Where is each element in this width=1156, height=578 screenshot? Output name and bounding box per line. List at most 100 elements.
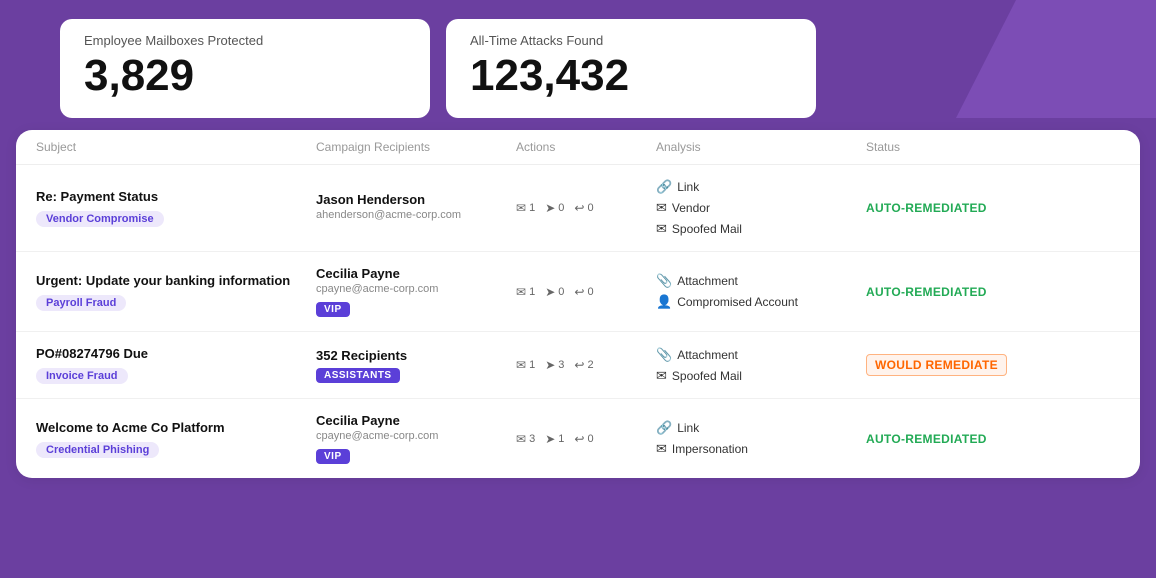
action-mail: ✉ 1 bbox=[516, 285, 535, 299]
analysis-tag-link: 🔗 Link bbox=[656, 420, 866, 436]
analysis-tag-impersonation: ✉ Impersonation bbox=[656, 441, 866, 457]
analysis-cell: 🔗 Link ✉ Impersonation bbox=[656, 420, 866, 457]
category-badge: Credential Phishing bbox=[36, 442, 159, 458]
analysis-tag-attachment: 📎 Attachment bbox=[656, 347, 866, 363]
recipient-cell: Cecilia Payne cpayne@acme-corp.com VIP bbox=[316, 266, 516, 317]
reply-icon: ↩ bbox=[574, 358, 584, 372]
mail-icon: ✉ bbox=[516, 432, 526, 446]
action-send: ➤ 0 bbox=[545, 285, 564, 299]
analysis-cell: 📎 Attachment 👤 Compromised Account bbox=[656, 273, 866, 310]
subject-cell: PO#08274796 Due Invoice Fraud bbox=[36, 346, 316, 384]
recipient-name: Cecilia Payne bbox=[316, 266, 516, 281]
action-send-count: 0 bbox=[558, 202, 564, 214]
actions-cell: ✉ 1 ➤ 0 ↩ 0 bbox=[516, 201, 656, 215]
recipient-email: cpayne@acme-corp.com bbox=[316, 283, 516, 295]
reply-icon: ↩ bbox=[574, 201, 584, 215]
mailboxes-stat-card: Employee Mailboxes Protected 3,829 bbox=[60, 19, 430, 118]
analysis-tag-vendor: ✉ Vendor bbox=[656, 200, 866, 216]
analysis-cell: 📎 Attachment ✉ Spoofed Mail bbox=[656, 347, 866, 384]
table-row[interactable]: PO#08274796 Due Invoice Fraud 352 Recipi… bbox=[16, 332, 1140, 399]
impersonation-icon: ✉ bbox=[656, 441, 667, 457]
attachment-icon: 📎 bbox=[656, 347, 672, 363]
action-send: ➤ 0 bbox=[545, 201, 564, 215]
subject-text: Urgent: Update your banking information bbox=[36, 273, 316, 288]
action-send: ➤ 1 bbox=[545, 432, 564, 446]
analysis-tag-spoofed: ✉ Spoofed Mail bbox=[656, 368, 866, 384]
category-badge: Payroll Fraud bbox=[36, 295, 126, 311]
actions-cell: ✉ 3 ➤ 1 ↩ 0 bbox=[516, 432, 656, 446]
subject-text: Welcome to Acme Co Platform bbox=[36, 420, 316, 435]
action-send: ➤ 3 bbox=[545, 358, 564, 372]
decorative-shape bbox=[956, 0, 1156, 118]
recipient-name: Jason Henderson bbox=[316, 192, 516, 207]
table-row[interactable]: Re: Payment Status Vendor Compromise Jas… bbox=[16, 165, 1140, 252]
attacks-value: 123,432 bbox=[470, 52, 792, 100]
reply-icon: ↩ bbox=[574, 285, 584, 299]
action-mail: ✉ 3 bbox=[516, 432, 535, 446]
compromised-icon: 👤 bbox=[656, 294, 672, 310]
category-badge: Invoice Fraud bbox=[36, 368, 128, 384]
attacks-stat-card: All-Time Attacks Found 123,432 bbox=[446, 19, 816, 118]
vip-badge: VIP bbox=[316, 302, 350, 317]
link-icon: 🔗 bbox=[656, 179, 672, 195]
send-icon: ➤ bbox=[545, 432, 555, 446]
action-send-count: 0 bbox=[558, 286, 564, 298]
analysis-tag-link: 🔗 Link bbox=[656, 179, 866, 195]
mail-icon: ✉ bbox=[516, 358, 526, 372]
subject-text: PO#08274796 Due bbox=[36, 346, 316, 361]
category-badge: Vendor Compromise bbox=[36, 211, 164, 227]
table-row[interactable]: Urgent: Update your banking information … bbox=[16, 252, 1140, 332]
actions-cell: ✉ 1 ➤ 0 ↩ 0 bbox=[516, 285, 656, 299]
recipient-name: Cecilia Payne bbox=[316, 413, 516, 428]
table-row[interactable]: Welcome to Acme Co Platform Credential P… bbox=[16, 399, 1140, 478]
action-mail-count: 1 bbox=[529, 202, 535, 214]
recipient-email: cpayne@acme-corp.com bbox=[316, 430, 516, 442]
status-badge: WOULD REMEDIATE bbox=[866, 358, 1046, 372]
spoofed-icon: ✉ bbox=[656, 368, 667, 384]
recipient-email: ahenderson@acme-corp.com bbox=[316, 209, 516, 221]
recipient-cell: Cecilia Payne cpayne@acme-corp.com VIP bbox=[316, 413, 516, 464]
recipient-cell: 352 Recipients ASSISTANTS bbox=[316, 348, 516, 383]
status-badge: AUTO-REMEDIATED bbox=[866, 285, 1046, 299]
header-status: Status bbox=[866, 140, 1046, 154]
actions-cell: ✉ 1 ➤ 3 ↩ 2 bbox=[516, 358, 656, 372]
action-mail-count: 1 bbox=[529, 359, 535, 371]
analysis-tag-attachment: 📎 Attachment bbox=[656, 273, 866, 289]
subject-cell: Urgent: Update your banking information … bbox=[36, 273, 316, 311]
action-reply-count: 0 bbox=[587, 286, 593, 298]
analysis-tag-compromised: 👤 Compromised Account bbox=[656, 294, 866, 310]
action-mail: ✉ 1 bbox=[516, 201, 535, 215]
mailboxes-value: 3,829 bbox=[84, 52, 406, 100]
action-mail-count: 3 bbox=[529, 433, 535, 445]
action-reply-count: 0 bbox=[587, 202, 593, 214]
mail-icon: ✉ bbox=[516, 285, 526, 299]
action-reply: ↩ 0 bbox=[574, 432, 593, 446]
action-send-count: 3 bbox=[558, 359, 564, 371]
action-reply-count: 0 bbox=[587, 433, 593, 445]
link-icon: 🔗 bbox=[656, 420, 672, 436]
mail-icon: ✉ bbox=[516, 201, 526, 215]
analysis-tag-spoofed: ✉ Spoofed Mail bbox=[656, 221, 866, 237]
reply-icon: ↩ bbox=[574, 432, 584, 446]
header-campaign-recipients: Campaign Recipients bbox=[316, 140, 516, 154]
action-mail: ✉ 1 bbox=[516, 358, 535, 372]
attacks-label: All-Time Attacks Found bbox=[470, 33, 792, 48]
action-reply: ↩ 0 bbox=[574, 285, 593, 299]
assistants-badge: ASSISTANTS bbox=[316, 368, 400, 383]
table-header: Subject Campaign Recipients Actions Anal… bbox=[16, 130, 1140, 165]
attachment-icon: 📎 bbox=[656, 273, 672, 289]
action-reply: ↩ 2 bbox=[574, 358, 593, 372]
vendor-icon: ✉ bbox=[656, 200, 667, 216]
action-send-count: 1 bbox=[558, 433, 564, 445]
attacks-table: Subject Campaign Recipients Actions Anal… bbox=[16, 130, 1140, 478]
status-badge: AUTO-REMEDIATED bbox=[866, 201, 1046, 215]
analysis-cell: 🔗 Link ✉ Vendor ✉ Spoofed Mail bbox=[656, 179, 866, 237]
spoofed-icon: ✉ bbox=[656, 221, 667, 237]
subject-text: Re: Payment Status bbox=[36, 189, 316, 204]
header-actions: Actions bbox=[516, 140, 656, 154]
action-mail-count: 1 bbox=[529, 286, 535, 298]
action-reply: ↩ 0 bbox=[574, 201, 593, 215]
mailboxes-label: Employee Mailboxes Protected bbox=[84, 33, 406, 48]
recipient-cell: Jason Henderson ahenderson@acme-corp.com bbox=[316, 192, 516, 225]
subject-cell: Welcome to Acme Co Platform Credential P… bbox=[36, 420, 316, 458]
